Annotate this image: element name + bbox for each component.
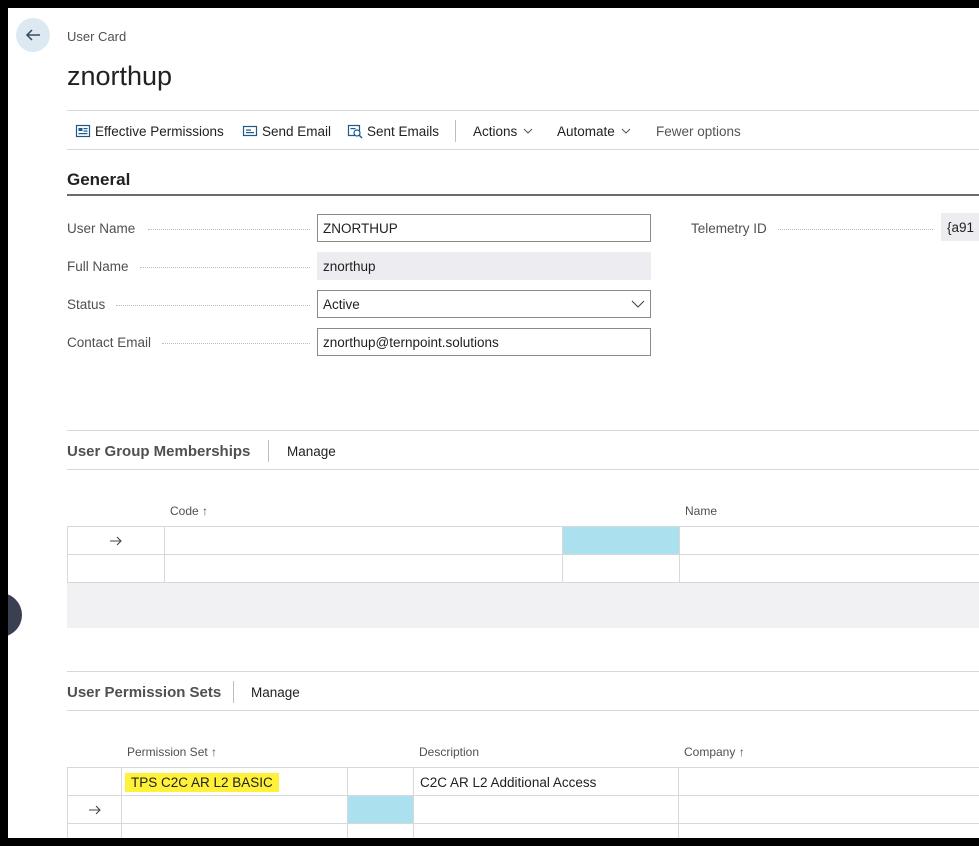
code-cell[interactable] <box>164 527 562 555</box>
field-leader <box>116 305 310 306</box>
sent-emails-button[interactable]: Sent Emails <box>347 111 439 151</box>
telemetry-id-label: Telemetry ID <box>691 221 767 236</box>
user-permission-sets-header: User Permission Sets Manage <box>67 671 979 711</box>
email-icon <box>242 123 258 139</box>
user-permission-sets-title[interactable]: User Permission Sets <box>67 672 221 712</box>
arrow-left-icon <box>25 29 40 41</box>
automate-label: Automate <box>557 123 615 139</box>
row-indicator-arrow-icon <box>67 796 121 824</box>
manage-menu[interactable]: Manage <box>251 672 300 712</box>
permission-set-cell[interactable]: TPS C2C AR L2 BASIC <box>121 768 347 796</box>
header-divider <box>268 440 269 462</box>
user-name-field[interactable]: ZNORTHUP <box>317 214 651 242</box>
user-card-page: User Card znorthup Effective Permissions… <box>8 8 979 838</box>
field-leader <box>140 267 310 268</box>
table-row[interactable]: TPS C2C AR L2 BASIC C2C AR L2 Additional… <box>67 767 979 796</box>
permission-set-cell[interactable] <box>121 824 347 838</box>
chevron-down-icon <box>523 126 533 136</box>
user-name-label: User Name <box>67 221 136 236</box>
side-panel-handle[interactable] <box>8 593 22 637</box>
empty-cell[interactable] <box>347 768 413 796</box>
column-header-company[interactable]: Company ↑ <box>684 745 745 759</box>
description-cell[interactable] <box>413 824 678 838</box>
status-select[interactable]: Active <box>317 290 651 318</box>
effective-permissions-label: Effective Permissions <box>95 123 224 139</box>
status-label: Status <box>67 297 106 312</box>
toolbar-divider <box>455 120 456 142</box>
name-cell[interactable] <box>679 527 979 555</box>
contact-email-field[interactable]: znorthup@ternpoint.solutions <box>317 328 651 356</box>
field-leader <box>162 343 310 344</box>
sent-emails-icon <box>347 123 363 139</box>
column-header-description[interactable]: Description <box>419 745 479 759</box>
column-header-name[interactable]: Name <box>685 504 717 518</box>
permission-set-cell[interactable] <box>121 796 347 824</box>
actions-label: Actions <box>473 123 518 139</box>
automate-menu[interactable]: Automate <box>557 111 631 151</box>
description-cell[interactable] <box>413 796 678 824</box>
actions-menu[interactable]: Actions <box>473 111 533 151</box>
empty-cell[interactable] <box>562 555 679 583</box>
field-leader <box>148 229 310 230</box>
field-leader <box>778 229 933 230</box>
page-title: znorthup <box>67 61 173 91</box>
row-selector-cell[interactable] <box>67 824 121 838</box>
status-value: Active <box>323 296 360 312</box>
empty-cell[interactable] <box>347 824 413 838</box>
column-header-permission-set[interactable]: Permission Set ↑ <box>127 745 217 759</box>
telemetry-id-field: {a91 <box>941 213 979 241</box>
back-button[interactable] <box>16 18 50 52</box>
name-cell[interactable] <box>679 555 979 583</box>
company-cell[interactable] <box>678 824 979 838</box>
table-row[interactable] <box>67 823 979 838</box>
row-selector-cell[interactable] <box>67 768 121 796</box>
selected-cell[interactable] <box>562 527 679 555</box>
table-row[interactable] <box>67 795 979 824</box>
row-selector-cell[interactable] <box>67 555 164 583</box>
permissions-icon <box>75 123 91 139</box>
send-email-label: Send Email <box>262 123 332 139</box>
general-section-title[interactable]: General <box>67 170 130 190</box>
breadcrumb: User Card <box>67 29 127 44</box>
row-indicator-arrow-icon <box>67 527 164 555</box>
table-row[interactable] <box>67 554 979 583</box>
grid-left-border <box>67 526 68 554</box>
header-divider <box>233 681 234 703</box>
full-name-field: znorthup <box>317 252 651 280</box>
company-cell[interactable] <box>678 796 979 824</box>
user-group-memberships-header: User Group Memberships Manage <box>67 430 979 470</box>
fewer-options-button[interactable]: Fewer options <box>656 111 741 151</box>
manage-menu[interactable]: Manage <box>287 431 336 471</box>
company-cell[interactable] <box>678 768 979 796</box>
column-header-code[interactable]: Code ↑ <box>170 504 208 518</box>
full-name-label: Full Name <box>67 259 129 274</box>
user-group-memberships-title[interactable]: User Group Memberships <box>67 431 250 471</box>
section-divider <box>67 194 979 196</box>
action-bar: Effective Permissions Send Email Sent Em… <box>67 110 979 150</box>
chevron-down-icon <box>621 126 631 136</box>
sent-emails-label: Sent Emails <box>367 123 440 139</box>
description-cell[interactable]: C2C AR L2 Additional Access <box>413 768 678 796</box>
grid-empty-area <box>67 583 979 628</box>
permission-set-value: TPS C2C AR L2 BASIC <box>125 772 279 792</box>
send-email-button[interactable]: Send Email <box>242 111 331 151</box>
contact-email-label: Contact Email <box>67 335 152 350</box>
effective-permissions-button[interactable]: Effective Permissions <box>75 111 224 151</box>
selected-cell[interactable] <box>347 796 413 824</box>
code-cell[interactable] <box>164 555 562 583</box>
chevron-down-icon <box>631 297 645 311</box>
table-row[interactable] <box>67 526 979 555</box>
